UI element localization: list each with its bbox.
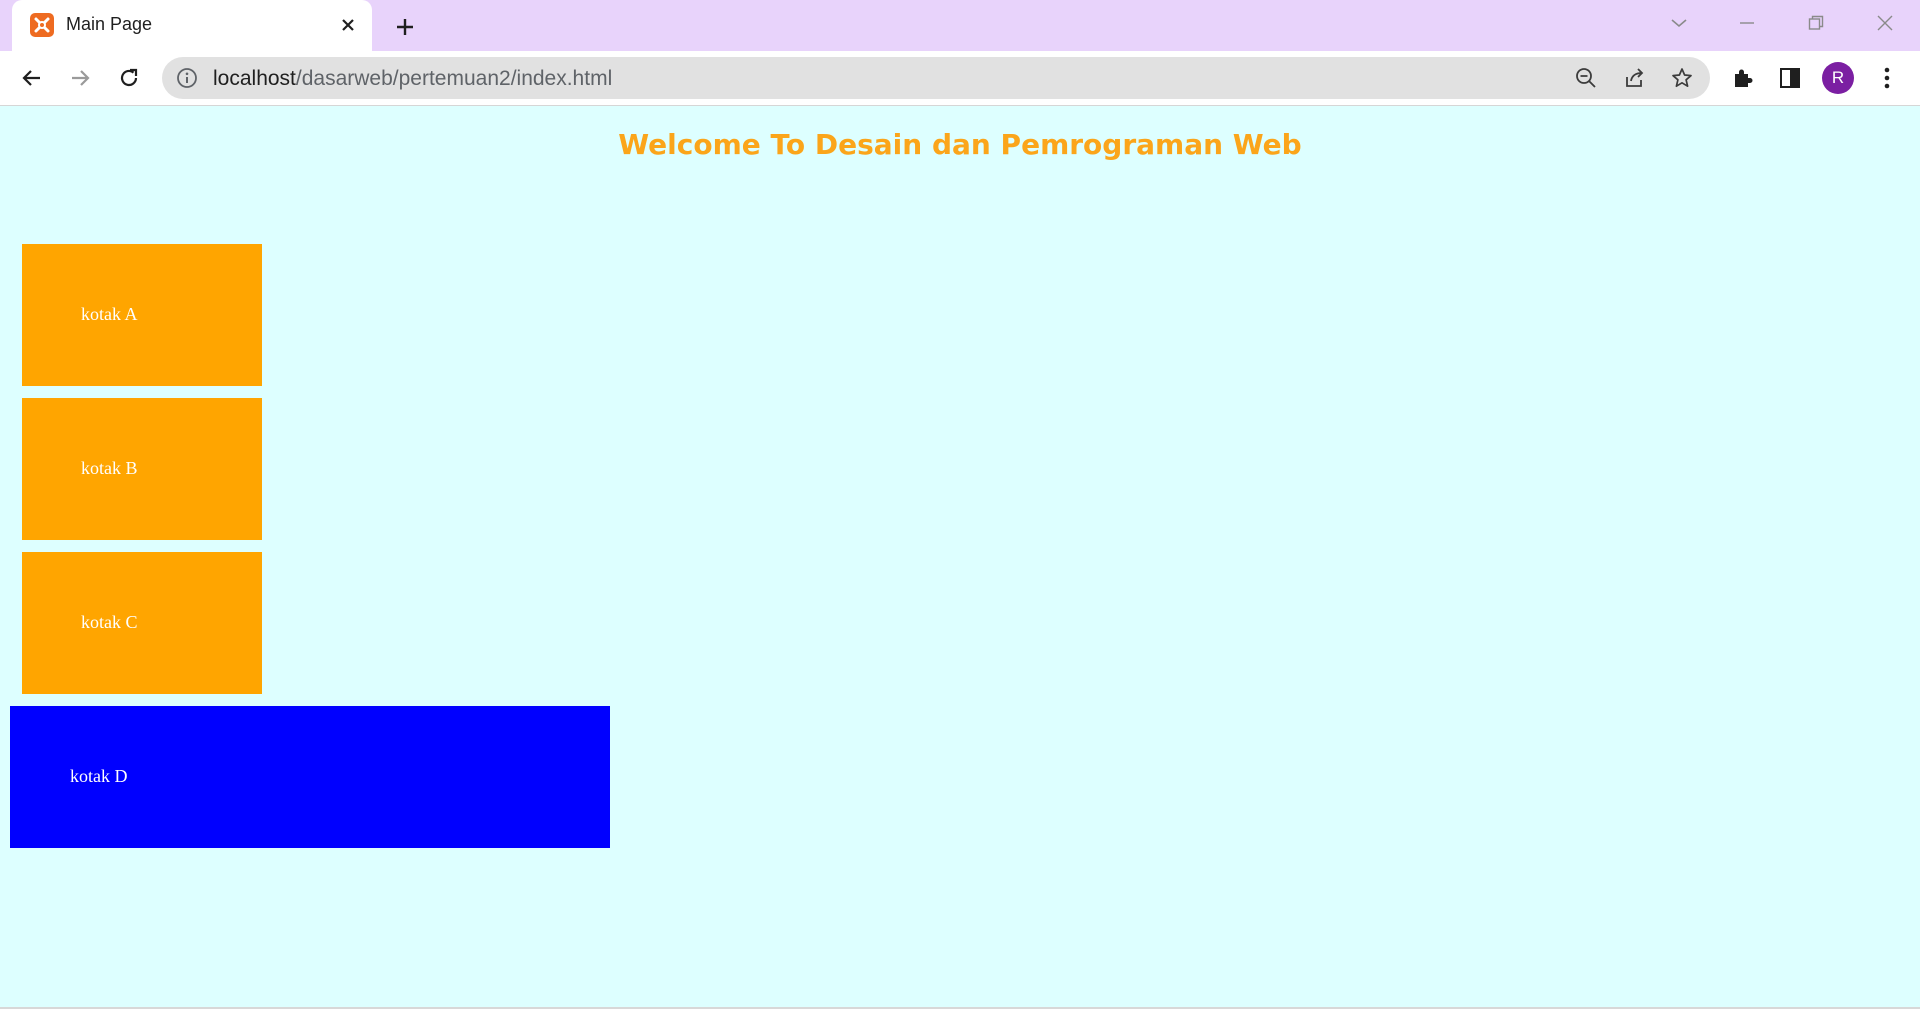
browser-toolbar: localhost/dasarweb/pertemuan2/index.html… (0, 51, 1920, 106)
reload-icon[interactable] (113, 62, 145, 94)
box-b-label: kotak B (81, 458, 138, 478)
url-text: localhost/dasarweb/pertemuan2/index.html (213, 67, 612, 91)
close-window-icon[interactable] (1865, 8, 1905, 38)
page-heading: Welcome To Desain dan Pemrograman Web (618, 128, 1302, 161)
tab-search-chevron-down-icon[interactable] (1659, 8, 1699, 38)
extensions-puzzle-icon[interactable] (1728, 63, 1758, 93)
tab-strip: Main Page (0, 0, 1920, 51)
xampp-favicon-icon (30, 13, 54, 37)
back-arrow-icon[interactable] (16, 62, 48, 94)
restore-icon[interactable] (1796, 8, 1836, 38)
profile-avatar[interactable]: R (1822, 62, 1854, 94)
page-viewport: Welcome To Desain dan Pemrograman Web ko… (0, 106, 1920, 1009)
address-bar[interactable]: localhost/dasarweb/pertemuan2/index.html (162, 57, 1710, 99)
box-c-label: kotak C (81, 612, 138, 632)
tab-close-icon[interactable] (336, 13, 360, 37)
url-path: /dasarweb/pertemuan2/index.html (295, 67, 613, 90)
site-info-icon[interactable] (176, 67, 198, 89)
minimize-icon[interactable] (1727, 8, 1767, 38)
box-b: kotak B (22, 398, 262, 540)
box-d: kotak D (10, 706, 610, 848)
box-a: kotak A (22, 244, 262, 386)
box-c: kotak C (22, 552, 262, 694)
box-d-label: kotak D (70, 766, 128, 786)
bookmark-star-icon[interactable] (1670, 66, 1694, 90)
box-a-label: kotak A (81, 304, 138, 324)
share-icon[interactable] (1622, 66, 1646, 90)
zoom-out-icon[interactable] (1574, 66, 1598, 90)
tab-title: Main Page (66, 14, 153, 34)
new-tab-icon[interactable] (390, 12, 420, 42)
forward-arrow-icon[interactable] (64, 62, 96, 94)
url-host: localhost (213, 67, 296, 90)
more-menu-icon[interactable] (1872, 63, 1902, 93)
side-panel-icon[interactable] (1775, 63, 1805, 93)
browser-tab[interactable]: Main Page (12, 0, 372, 51)
